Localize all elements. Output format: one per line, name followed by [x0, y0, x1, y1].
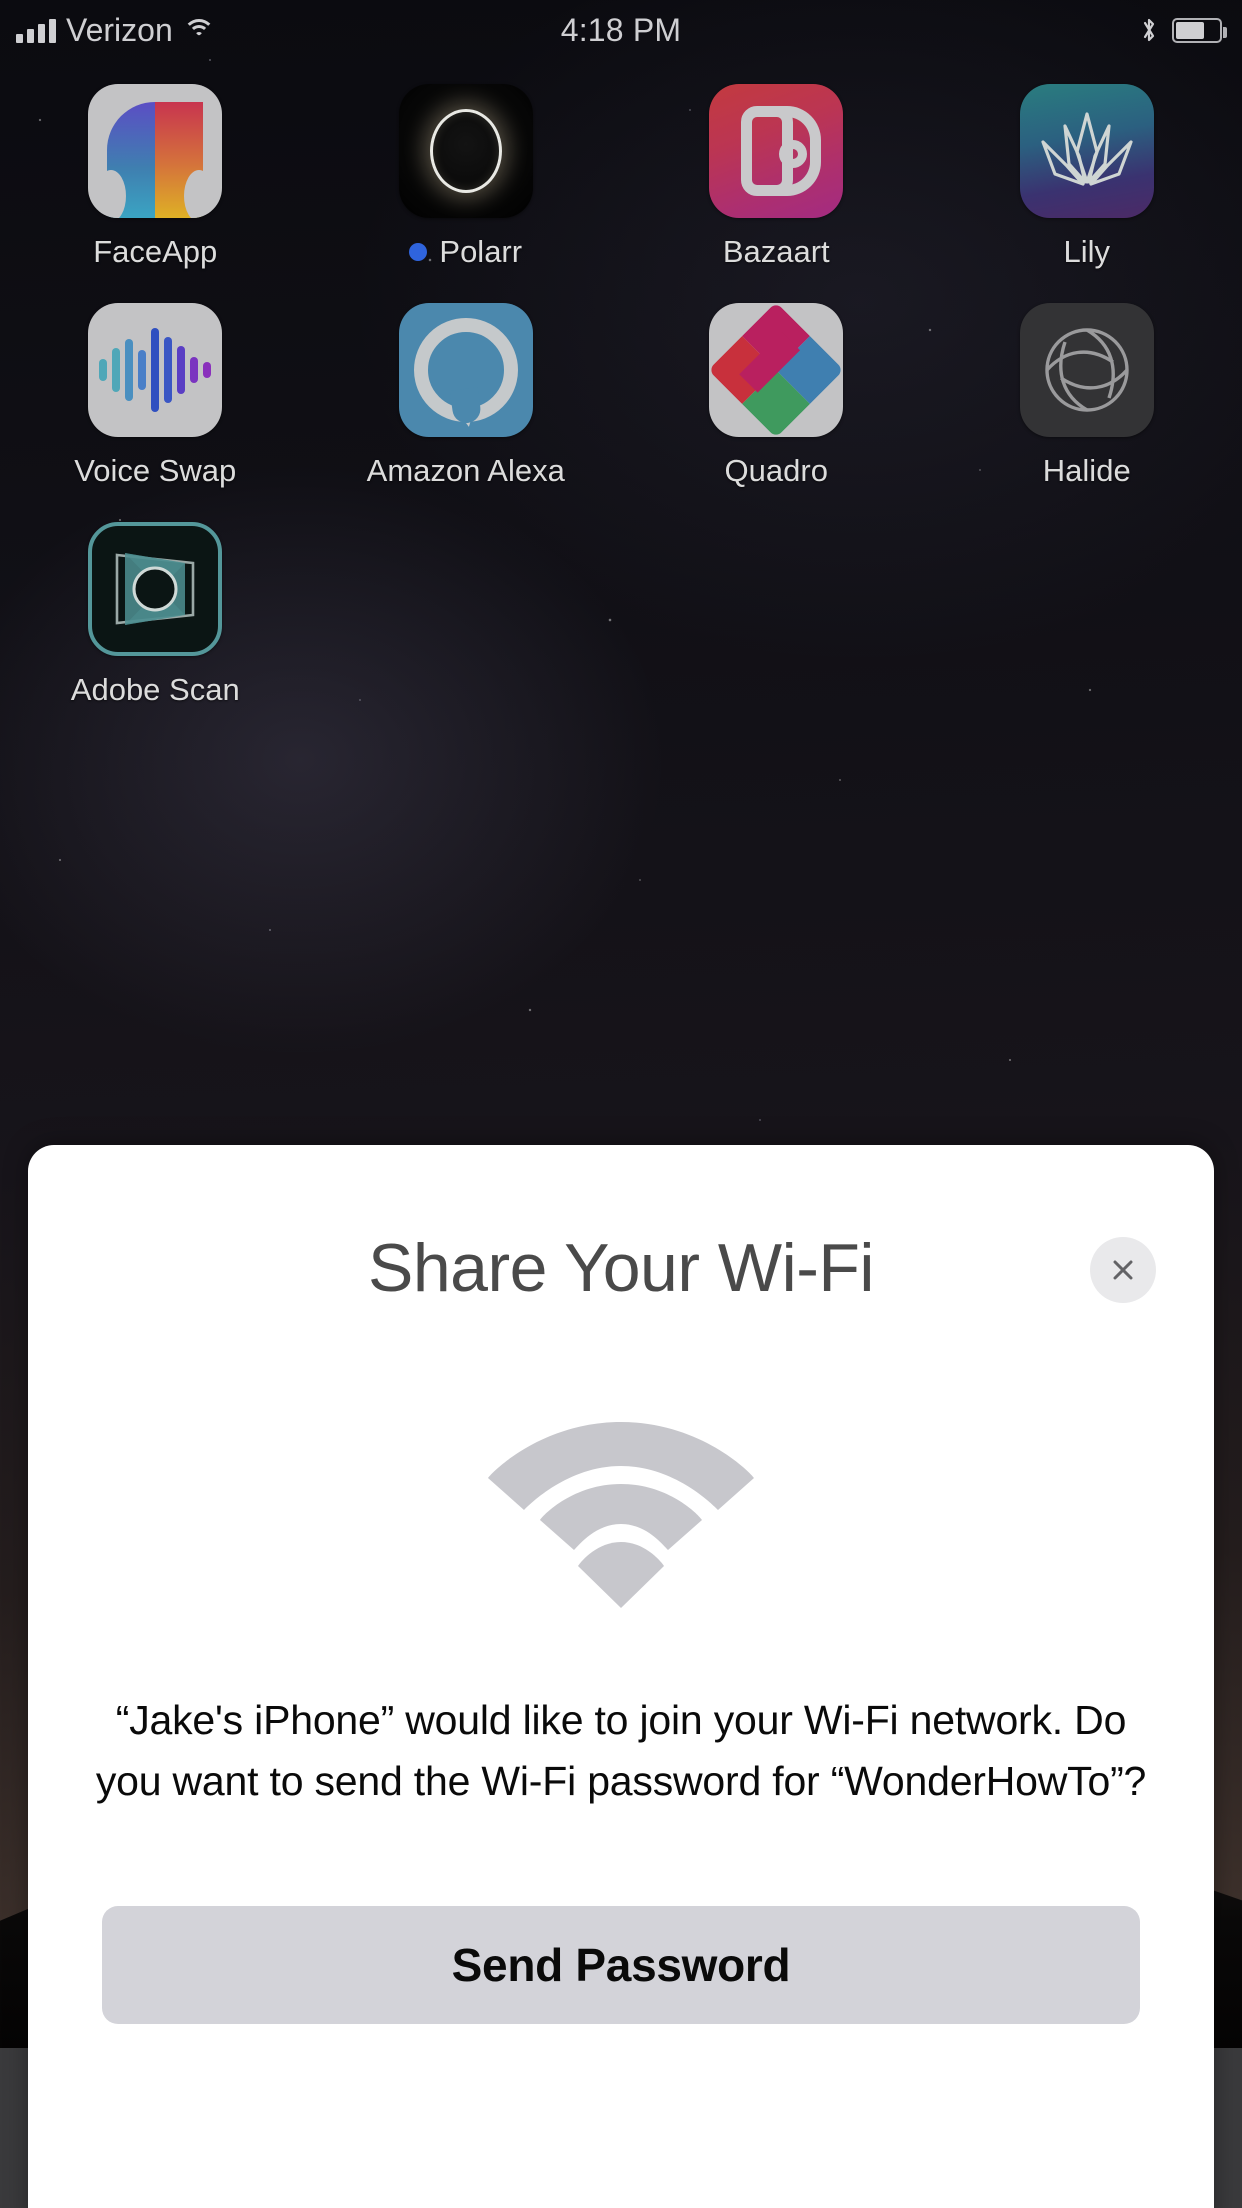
send-password-button[interactable]: Send Password — [102, 1906, 1140, 2024]
app-label: Bazaart — [722, 234, 830, 269]
amazon-alexa-icon[interactable] — [398, 303, 533, 437]
quadro-icon[interactable] — [709, 303, 844, 437]
app-label: FaceApp — [93, 234, 218, 269]
dialog-title: Share Your Wi-Fi — [368, 1230, 874, 1306]
lily-icon[interactable] — [1019, 84, 1154, 218]
dialog-message: “Jake's iPhone” would like to join your … — [95, 1697, 1147, 1804]
share-wifi-dialog: Share Your Wi-Fi “Jake's iPhone” would l… — [28, 1145, 1214, 2208]
app-label: Halide — [1042, 453, 1131, 488]
app-voice-swap[interactable]: Voice Swap — [0, 303, 311, 489]
faceapp-icon[interactable] — [88, 84, 223, 218]
app-amazon-alexa[interactable]: Amazon Alexa — [311, 303, 622, 489]
battery-icon — [1172, 17, 1227, 43]
bluetooth-icon — [1140, 16, 1158, 44]
voice-swap-icon[interactable] — [88, 303, 223, 437]
status-bar-clock: 4:18 PM — [560, 11, 682, 48]
app-halide[interactable]: Halide — [932, 303, 1242, 489]
app-polarr[interactable]: Polarr — [311, 84, 622, 270]
app-bazaart[interactable]: Bazaart — [621, 84, 932, 270]
bazaart-icon[interactable] — [709, 84, 844, 218]
app-faceapp[interactable]: FaceApp — [0, 84, 311, 270]
new-app-dot-icon — [409, 243, 428, 261]
halide-icon[interactable] — [1019, 303, 1154, 437]
app-grid: FaceApp Polarr Bazaart Lily Voice Swap A… — [0, 84, 1242, 708]
status-bar-right — [1140, 16, 1227, 44]
wifi-icon — [486, 1400, 756, 1615]
app-lily[interactable]: Lily — [932, 84, 1242, 270]
app-label: Quadro — [724, 453, 828, 488]
iphone-screen: Verizon 4:18 PM FaceApp Polarr Bazaart L… — [0, 0, 1242, 2208]
app-label: Voice Swap — [74, 453, 237, 488]
app-label: Lily — [1063, 234, 1110, 269]
close-icon[interactable] — [1090, 1237, 1156, 1303]
app-label: Amazon Alexa — [366, 453, 565, 488]
app-quadro[interactable]: Quadro — [621, 303, 932, 489]
app-adobe-scan[interactable]: Adobe Scan — [0, 522, 311, 708]
app-label: Adobe Scan — [70, 672, 240, 707]
status-bar: Verizon 4:18 PM — [0, 0, 1242, 60]
app-label: Polarr — [409, 234, 522, 270]
adobe-scan-icon[interactable] — [88, 522, 223, 656]
polarr-icon[interactable] — [398, 84, 533, 218]
